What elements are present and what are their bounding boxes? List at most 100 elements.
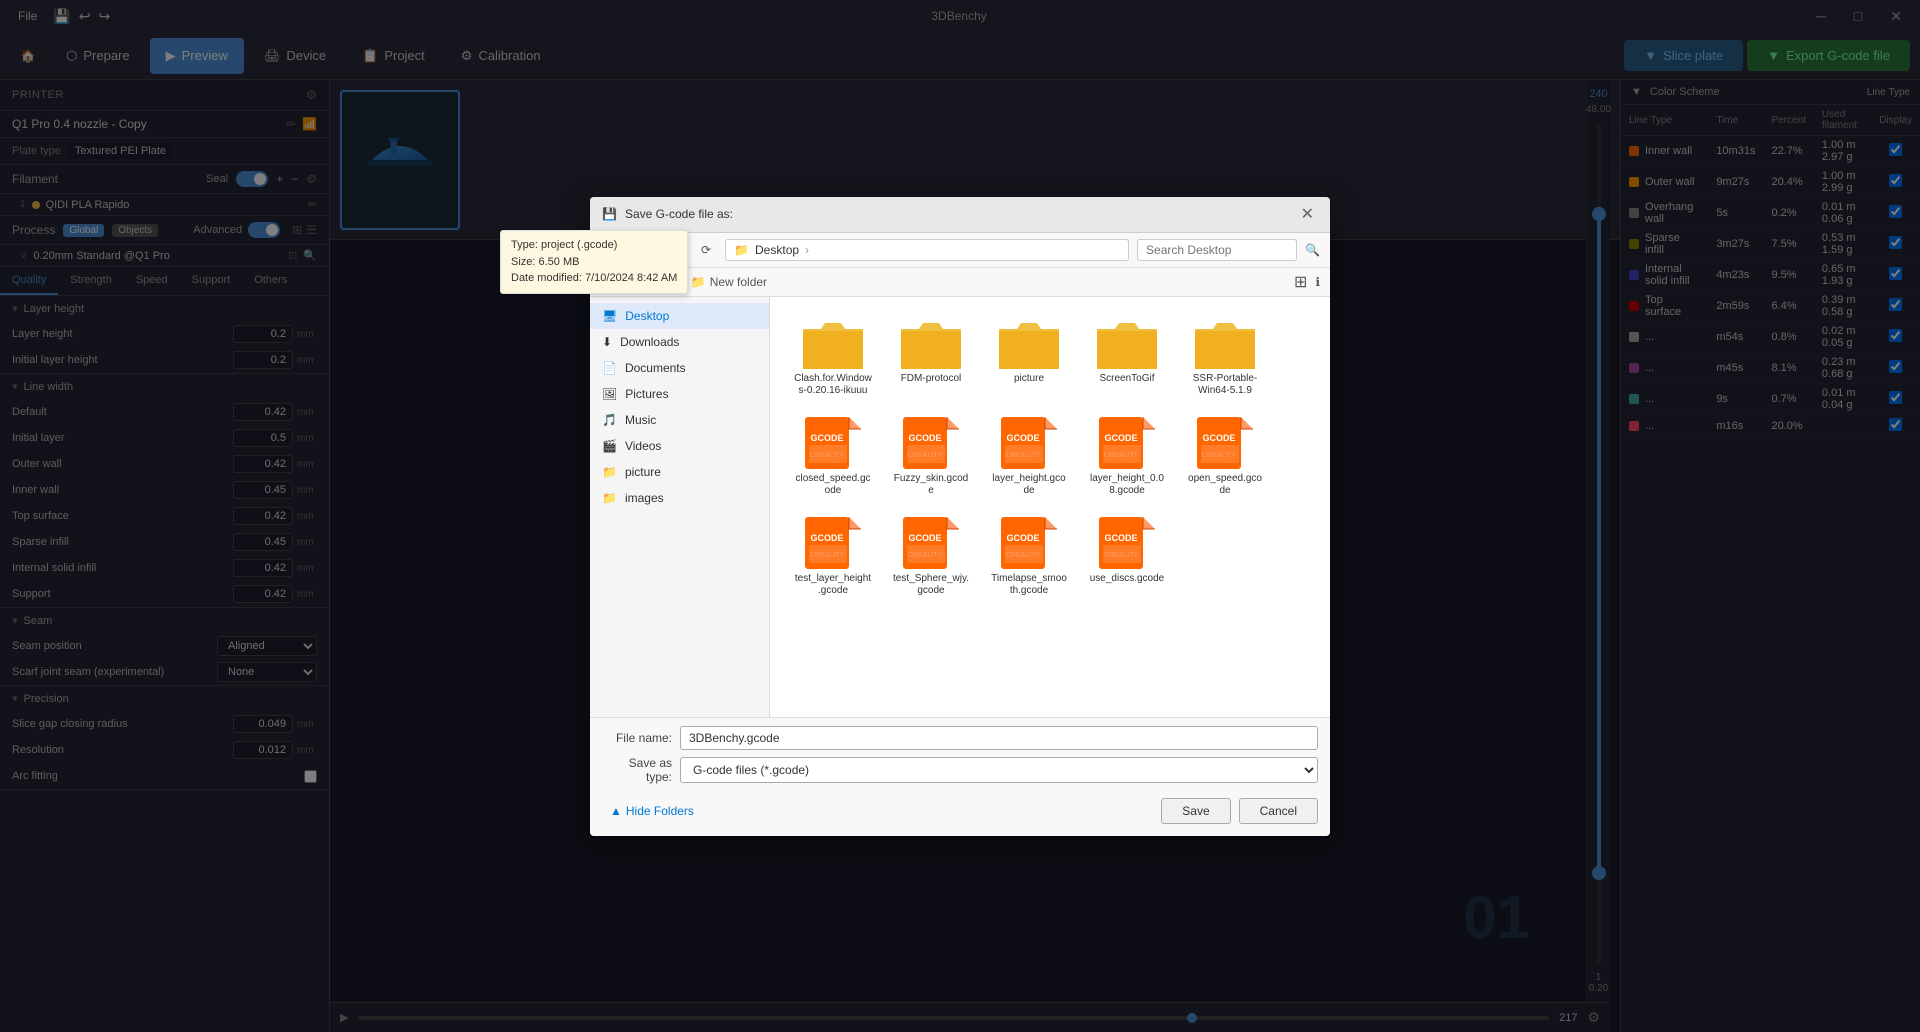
picture-folder-icon: 📁: [602, 465, 617, 479]
svg-text:CREALITY: CREALITY: [1006, 552, 1041, 559]
nav-documents[interactable]: 📄 Documents: [590, 355, 769, 381]
savetype-select[interactable]: G-code files (*.gcode): [680, 757, 1318, 783]
address-bar: ← → ↑ ⟳ 📁 Desktop › 🔍: [590, 233, 1330, 268]
path-text: Desktop: [755, 243, 799, 257]
cancel-button[interactable]: Cancel: [1239, 798, 1318, 824]
new-folder-label: New folder: [710, 275, 767, 289]
svg-text:CREALITY: CREALITY: [1006, 452, 1041, 459]
nav-up-btn[interactable]: ↑: [668, 240, 687, 260]
dialog-titlebar: 💾 Save G-code file as: ✕: [590, 197, 1330, 233]
nav-refresh-btn[interactable]: ⟳: [695, 241, 717, 259]
save-dialog: 💾 Save G-code file as: ✕ ← → ↑ ⟳ 📁 Deskt…: [590, 197, 1330, 836]
svg-text:CREALITY: CREALITY: [1104, 552, 1139, 559]
organize-btn[interactable]: Organize ▾: [600, 272, 675, 292]
hide-folders-btn[interactable]: ▲ Hide Folders: [602, 802, 702, 820]
folder-svg: [1195, 321, 1255, 369]
pictures-label: Pictures: [625, 387, 668, 401]
new-folder-btn[interactable]: 📁 New folder: [683, 272, 775, 292]
save-button[interactable]: Save: [1161, 798, 1230, 824]
nav-images-folder[interactable]: 📁 images: [590, 485, 769, 511]
list-item[interactable]: GCODE CREALITY open_speed.gcode: [1180, 411, 1270, 503]
list-item[interactable]: GCODE CREALITY Timelapse_smooth.gcode: [984, 511, 1074, 603]
nav-back-btn[interactable]: ←: [600, 240, 626, 260]
svg-text:GCODE: GCODE: [1006, 533, 1039, 543]
list-item[interactable]: ScreenToGif: [1082, 315, 1172, 403]
list-item[interactable]: GCODE CREALITY Fuzzy_skin.gcode: [886, 411, 976, 503]
nav-picture-folder[interactable]: 📁 picture: [590, 459, 769, 485]
file-name-text: use_discs.gcode: [1090, 573, 1165, 585]
nav-desktop[interactable]: 🖥 Desktop: [590, 303, 769, 329]
search-input[interactable]: [1137, 239, 1297, 261]
gcode-svg: GCODE CREALITY: [805, 517, 861, 569]
file-name-text: FDM-protocol: [901, 373, 962, 385]
downloads-icon: ⬇: [602, 335, 612, 349]
savetype-label: Save as type:: [602, 756, 672, 784]
file-name-text: picture: [1014, 373, 1044, 385]
path-chevron: ›: [805, 243, 809, 257]
list-item[interactable]: GCODE CREALITY layer_height_0.08.gcode: [1082, 411, 1172, 503]
file-name-text: layer_height.gcode: [990, 473, 1068, 497]
list-item[interactable]: Clash.for.Windows-0.20.16-ikuuu: [788, 315, 878, 403]
music-icon: 🎵: [602, 413, 617, 427]
file-name-text: ScreenToGif: [1099, 373, 1154, 385]
dialog-icon: 💾: [602, 207, 617, 221]
save-dialog-overlay: 💾 Save G-code file as: ✕ ← → ↑ ⟳ 📁 Deskt…: [0, 0, 1920, 1032]
nav-pane: 🖥 Desktop ⬇ Downloads 📄 Documents 🖼 Pict…: [590, 297, 770, 717]
svg-text:GCODE: GCODE: [1202, 433, 1235, 443]
address-path[interactable]: 📁 Desktop ›: [725, 239, 1129, 261]
nav-forward-btn[interactable]: →: [634, 240, 660, 260]
nav-videos[interactable]: 🎬 Videos: [590, 433, 769, 459]
footer-savetype-row: Save as type: G-code files (*.gcode): [602, 756, 1318, 784]
svg-text:CREALITY: CREALITY: [810, 552, 845, 559]
file-name-text: Clash.for.Windows-0.20.16-ikuuu: [794, 373, 872, 397]
documents-label: Documents: [625, 361, 686, 375]
dialog-body: 🖥 Desktop ⬇ Downloads 📄 Documents 🖼 Pict…: [590, 297, 1330, 717]
images-folder-icon: 📁: [602, 491, 617, 505]
list-item[interactable]: GCODE CREALITY use_discs.gcode: [1082, 511, 1172, 603]
svg-text:GCODE: GCODE: [1006, 433, 1039, 443]
svg-text:GCODE: GCODE: [1104, 433, 1137, 443]
list-item[interactable]: GCODE CREALITY layer_height.gcode: [984, 411, 1074, 503]
folder-svg: [999, 321, 1059, 369]
file-grid: Clash.for.Windows-0.20.16-ikuuu FDM-prot…: [780, 307, 1320, 611]
dialog-toolbar: Organize ▾ 📁 New folder ⊞ ℹ: [590, 268, 1330, 297]
filename-input[interactable]: [680, 726, 1318, 750]
file-name-text: Timelapse_smooth.gcode: [990, 573, 1068, 597]
footer-buttons: Save Cancel: [1161, 794, 1318, 828]
file-pane: Clash.for.Windows-0.20.16-ikuuu FDM-prot…: [770, 297, 1330, 717]
new-folder-icon: 📁: [691, 275, 706, 289]
list-item[interactable]: GCODE CREALITY closed_speed.gcode: [788, 411, 878, 503]
nav-pictures[interactable]: 🖼 Pictures: [590, 381, 769, 407]
list-item[interactable]: picture: [984, 315, 1074, 403]
desktop-icon: 🖥: [602, 309, 617, 323]
nav-music[interactable]: 🎵 Music: [590, 407, 769, 433]
hide-folders-label: Hide Folders: [626, 804, 694, 818]
dialog-close-btn[interactable]: ✕: [1297, 200, 1318, 228]
footer-filename-row: File name:: [602, 726, 1318, 750]
svg-text:CREALITY: CREALITY: [810, 452, 845, 459]
videos-label: Videos: [625, 439, 661, 453]
filename-label: File name:: [602, 731, 672, 745]
list-item[interactable]: FDM-protocol: [886, 315, 976, 403]
gcode-svg: GCODE CREALITY: [1001, 517, 1057, 569]
svg-text:GCODE: GCODE: [810, 533, 843, 543]
dialog-title-text: 💾 Save G-code file as:: [602, 207, 733, 221]
svg-text:CREALITY: CREALITY: [908, 552, 943, 559]
view-info-icon[interactable]: ℹ: [1315, 275, 1320, 289]
gcode-svg: GCODE CREALITY: [903, 417, 959, 469]
videos-icon: 🎬: [602, 439, 617, 453]
dialog-title-label: Save G-code file as:: [625, 207, 733, 221]
nav-downloads[interactable]: ⬇ Downloads: [590, 329, 769, 355]
hide-folders-chevron: ▲: [610, 804, 622, 818]
file-name-text: Fuzzy_skin.gcode: [892, 473, 970, 497]
search-icon[interactable]: 🔍: [1305, 243, 1320, 257]
list-item[interactable]: GCODE CREALITY test_layer_height.gcode: [788, 511, 878, 603]
pictures-icon: 🖼: [602, 387, 617, 401]
view-toggle-icon[interactable]: ⊞: [1294, 272, 1307, 292]
organize-chevron: ▾: [661, 275, 667, 289]
list-item[interactable]: GCODE CREALITY test_Sphere_wjy.gcode: [886, 511, 976, 603]
svg-text:CREALITY: CREALITY: [908, 452, 943, 459]
list-item[interactable]: SSR-Portable-Win64-5.1.9: [1180, 315, 1270, 403]
file-name-text: SSR-Portable-Win64-5.1.9: [1186, 373, 1264, 397]
folder-svg: [803, 321, 863, 369]
